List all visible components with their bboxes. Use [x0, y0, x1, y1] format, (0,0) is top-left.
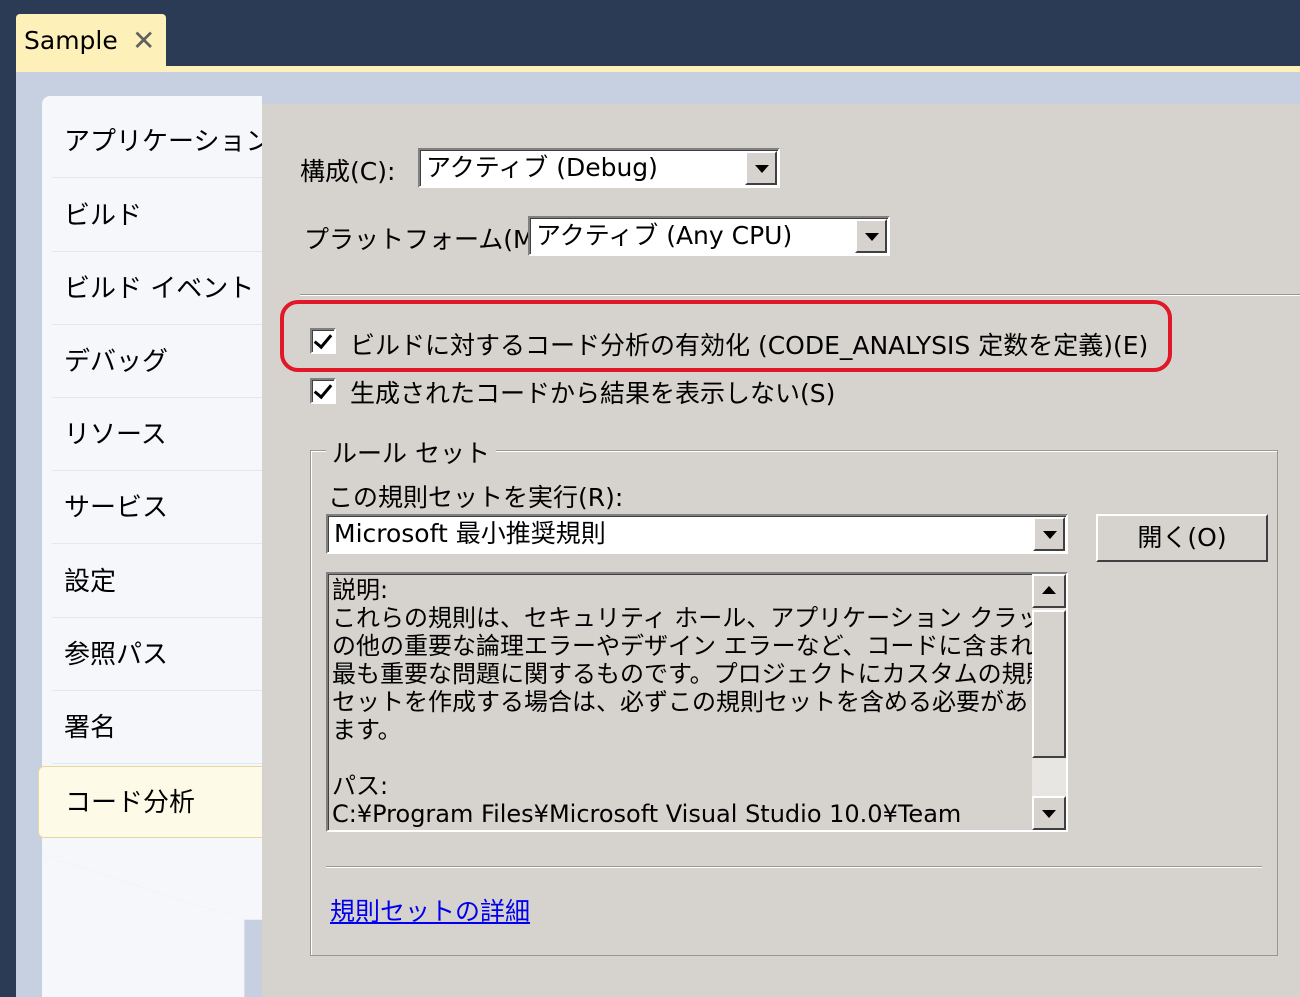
suppress-generated-checkbox[interactable] [310, 378, 336, 404]
nav-item-settings[interactable]: 設定 [52, 546, 262, 618]
description-line: パス: [332, 772, 389, 800]
nav-item-label: アプリケーション [64, 127, 272, 157]
config-combo[interactable]: アクティブ (Debug) [418, 148, 780, 188]
nav-item-signing[interactable]: 署名 [52, 692, 262, 764]
chevron-down-icon[interactable] [745, 151, 777, 185]
suppress-generated-label[interactable]: 生成されたコードから結果を表示しない(S) [350, 374, 835, 410]
document-tab[interactable]: Sample ✕ [16, 14, 166, 68]
enable-analysis-label[interactable]: ビルドに対するコード分析の有効化 (CODE_ANALYSIS 定数を定義)(E… [350, 326, 1148, 362]
nav-item-label: ビルド [64, 201, 143, 231]
scroll-up-icon[interactable] [1032, 574, 1066, 608]
nav-item-application[interactable]: アプリケーション [52, 106, 271, 178]
ruleset-value: Microsoft 最小推奨規則 [334, 519, 606, 548]
scroll-thumb[interactable] [1032, 610, 1066, 758]
description-line: ます。 [332, 716, 402, 744]
ruleset-run-label: この規則セットを実行(R): [328, 483, 624, 512]
description-line: セットを作成する場合は、必ずこの規則セットを含める必要があり [332, 688, 1052, 716]
open-ruleset-button[interactable]: 開く(O) [1096, 514, 1268, 562]
config-label: 構成(C): [300, 157, 396, 186]
nav-item-label: サービス [64, 493, 169, 523]
description-text: 説明: これらの規則は、セキュリティ ホール、アプリケーション クラッシュ、そ … [332, 576, 1068, 828]
nav-item-label: 署名 [64, 713, 117, 743]
platform-combo[interactable]: アクティブ (Any CPU) [528, 216, 890, 256]
config-value: アクティブ (Debug) [426, 153, 658, 182]
nav-item-debug[interactable]: デバッグ [52, 326, 262, 398]
description-line: の他の重要な論理エラーやデザイン エラーなど、コードに含まれる [332, 632, 1059, 660]
description-line: 説明: [332, 576, 389, 604]
close-icon[interactable]: ✕ [132, 14, 155, 68]
document-tab-title: Sample [24, 26, 118, 55]
description-line [332, 744, 1032, 772]
description-scrollbar[interactable] [1032, 574, 1066, 830]
code-analysis-page: 構成(C): アクティブ (Debug) プラットフォーム(M): アクティブ … [262, 104, 1300, 997]
nav-item-label: コード分析 [65, 788, 196, 818]
description-line: これらの規則は、セキュリティ ホール、アプリケーション クラッシュ、そ [332, 604, 1068, 632]
ruleset-combo[interactable]: Microsoft 最小推奨規則 [326, 514, 1068, 554]
ruleset-group-title: ルール セット [326, 434, 496, 470]
chevron-down-icon[interactable] [1033, 517, 1065, 551]
ruleset-details-link[interactable]: 規則セットの詳細 [330, 892, 530, 928]
nav-item-label: 設定 [64, 567, 117, 597]
description-line: 最も重要な問題に関するものです。プロジェクトにカスタムの規則 [332, 660, 1050, 688]
nav-item-label: ビルド イベント [64, 274, 255, 304]
nav-item-build-events[interactable]: ビルド イベント [52, 253, 262, 325]
nav-item-label: リソース [64, 420, 167, 450]
chevron-down-icon[interactable] [855, 219, 887, 253]
nav-item-label: デバッグ [64, 347, 169, 377]
ruleset-description: 説明: これらの規則は、セキュリティ ホール、アプリケーション クラッシュ、そ … [326, 572, 1068, 832]
separator [300, 294, 1300, 296]
document-tab-strip [0, 0, 1300, 68]
nav-item-reference-paths[interactable]: 参照パス [52, 619, 262, 691]
platform-label: プラットフォーム(M): [304, 225, 553, 254]
nav-item-code-analysis[interactable]: コード分析 [38, 766, 264, 838]
nav-item-build[interactable]: ビルド [52, 180, 262, 252]
enable-analysis-checkbox[interactable] [310, 328, 336, 354]
separator [326, 866, 1262, 868]
platform-value: アクティブ (Any CPU) [536, 221, 793, 250]
scroll-down-icon[interactable] [1032, 796, 1066, 830]
nav-item-label: 参照パス [64, 640, 169, 670]
nav-item-services[interactable]: サービス [52, 472, 262, 544]
nav-item-resources[interactable]: リソース [52, 399, 262, 471]
description-line: C:¥Program Files¥Microsoft Visual Studio… [332, 800, 962, 828]
